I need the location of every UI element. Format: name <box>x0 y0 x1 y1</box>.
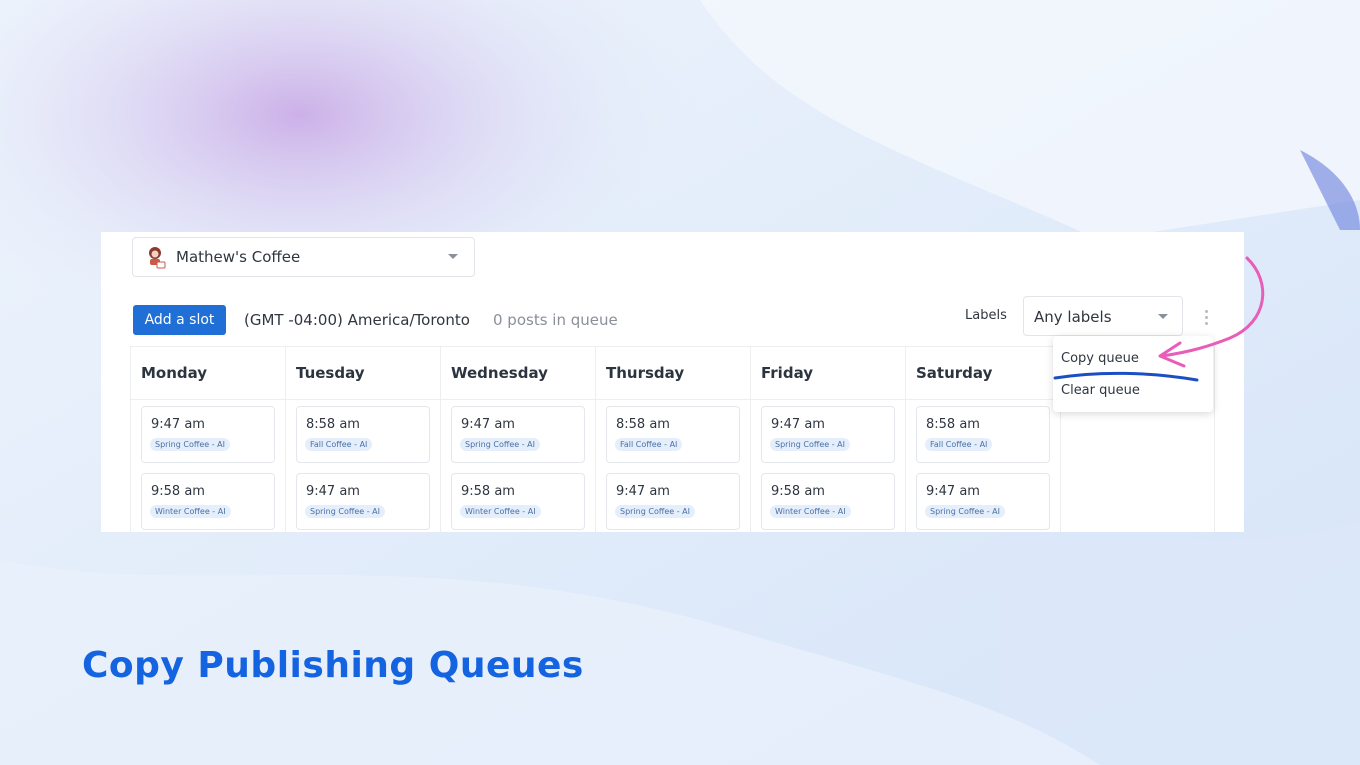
add-slot-button[interactable]: Add a slot <box>133 305 226 335</box>
slot-time: 9:47 am <box>306 484 360 499</box>
time-slot[interactable]: 9:47 am Spring Coffee - AI <box>916 473 1050 530</box>
time-slot[interactable]: 8:58 am Fall Coffee - AI <box>606 406 740 463</box>
day-header: Wednesday <box>451 364 548 382</box>
slot-time: 9:47 am <box>461 417 515 432</box>
avatar-icon <box>149 247 166 269</box>
clear-queue-menu-item[interactable]: Clear queue <box>1061 383 1140 398</box>
day-header: Monday <box>141 364 208 382</box>
time-slot[interactable]: 8:58 am Fall Coffee - AI <box>916 406 1050 463</box>
queue-options-menu: Copy queue Clear queue <box>1053 336 1213 412</box>
slot-label-badge: Spring Coffee - AI <box>615 505 695 518</box>
day-header: Tuesday <box>296 364 365 382</box>
day-column-saturday: Saturday 8:58 am Fall Coffee - AI 9:47 a… <box>905 347 1060 532</box>
slot-time: 8:58 am <box>616 417 670 432</box>
more-vertical-icon[interactable] <box>1202 310 1210 328</box>
chevron-down-icon <box>448 254 458 259</box>
labels-label: Labels <box>965 308 1007 323</box>
time-slot[interactable]: 9:58 am Winter Coffee - AI <box>451 473 585 530</box>
day-header: Saturday <box>916 364 993 382</box>
time-slot[interactable]: 9:47 am Spring Coffee - AI <box>141 406 275 463</box>
account-name: Mathew's Coffee <box>176 248 301 266</box>
time-slot[interactable]: 9:47 am Spring Coffee - AI <box>606 473 740 530</box>
slot-time: 9:47 am <box>926 484 980 499</box>
labels-value: Any labels <box>1034 308 1112 326</box>
account-select[interactable]: Mathew's Coffee <box>132 237 475 277</box>
day-column-tuesday: Tuesday 8:58 am Fall Coffee - AI 9:47 am… <box>285 347 440 532</box>
day-header: Friday <box>761 364 814 382</box>
time-slot[interactable]: 9:47 am Spring Coffee - AI <box>451 406 585 463</box>
slot-label-badge: Winter Coffee - AI <box>150 505 231 518</box>
slot-label-badge: Spring Coffee - AI <box>460 438 540 451</box>
time-slot[interactable]: 9:58 am Winter Coffee - AI <box>761 473 895 530</box>
slot-time: 9:47 am <box>771 417 825 432</box>
labels-select[interactable]: Any labels <box>1023 296 1183 336</box>
day-header: Thursday <box>606 364 685 382</box>
slot-label-badge: Fall Coffee - AI <box>305 438 373 451</box>
time-slot[interactable]: 9:47 am Spring Coffee - AI <box>761 406 895 463</box>
slot-label-badge: Fall Coffee - AI <box>615 438 683 451</box>
timezone-text: (GMT -04:00) America/Toronto <box>244 311 470 329</box>
slot-label-badge: Fall Coffee - AI <box>925 438 993 451</box>
slot-time: 9:47 am <box>616 484 670 499</box>
time-slot[interactable]: 9:47 am Spring Coffee - AI <box>296 473 430 530</box>
slot-time: 9:58 am <box>151 484 205 499</box>
headline: Copy Publishing Queues <box>82 645 584 686</box>
day-column-friday: Friday 9:47 am Spring Coffee - AI 9:58 a… <box>750 347 905 532</box>
time-slot[interactable]: 8:58 am Fall Coffee - AI <box>296 406 430 463</box>
chevron-down-icon <box>1158 314 1168 319</box>
slot-time: 8:58 am <box>306 417 360 432</box>
slot-label-badge: Winter Coffee - AI <box>460 505 541 518</box>
day-column-thursday: Thursday 8:58 am Fall Coffee - AI 9:47 a… <box>595 347 750 532</box>
slot-label-badge: Spring Coffee - AI <box>150 438 230 451</box>
slot-label-badge: Winter Coffee - AI <box>770 505 851 518</box>
slot-label-badge: Spring Coffee - AI <box>925 505 1005 518</box>
day-column-monday: Monday 9:47 am Spring Coffee - AI 9:58 a… <box>130 347 285 532</box>
slot-label-badge: Spring Coffee - AI <box>305 505 385 518</box>
queue-count-text: 0 posts in queue <box>493 311 618 329</box>
day-column-wednesday: Wednesday 9:47 am Spring Coffee - AI 9:5… <box>440 347 595 532</box>
slot-time: 8:58 am <box>926 417 980 432</box>
copy-queue-menu-item[interactable]: Copy queue <box>1061 351 1139 366</box>
slot-time: 9:58 am <box>461 484 515 499</box>
time-slot[interactable]: 9:58 am Winter Coffee - AI <box>141 473 275 530</box>
slot-time: 9:47 am <box>151 417 205 432</box>
queue-panel: Mathew's Coffee Add a slot (GMT -04:00) … <box>101 232 1244 532</box>
slot-label-badge: Spring Coffee - AI <box>770 438 850 451</box>
slot-time: 9:58 am <box>771 484 825 499</box>
